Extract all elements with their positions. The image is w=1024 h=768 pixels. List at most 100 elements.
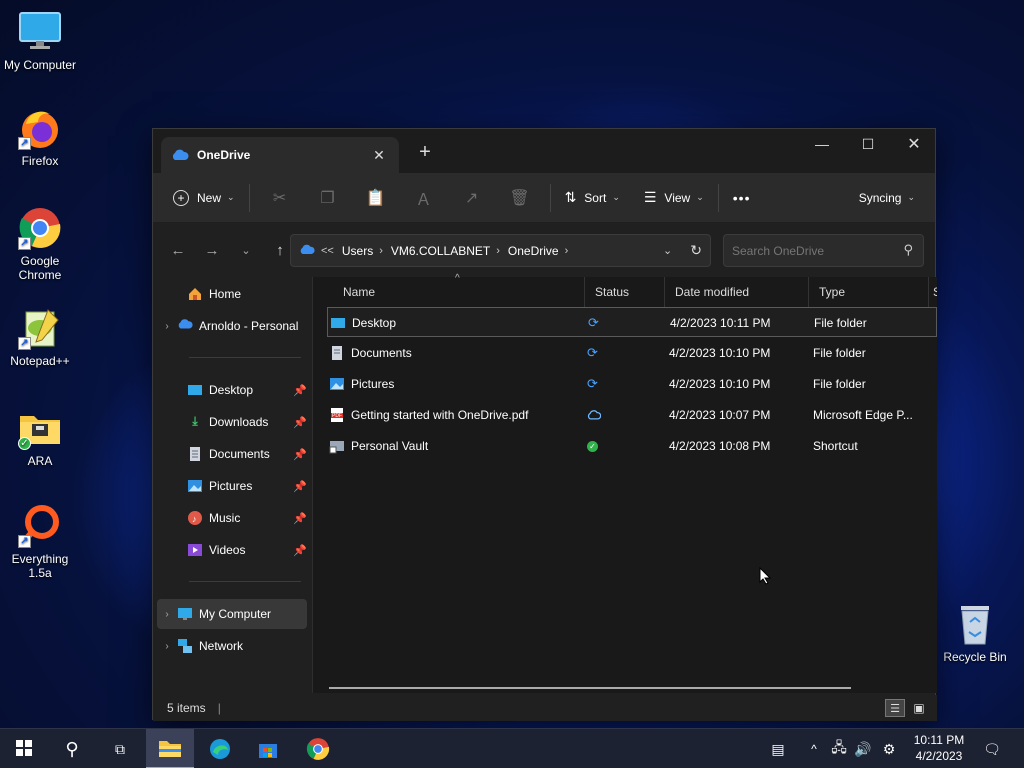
tab-close-icon[interactable]: ✕ [369,147,389,164]
sidebar-item-documents[interactable]: Documents 📌 [157,439,307,469]
expand-chevron-icon[interactable]: › [157,641,177,652]
breadcrumb-user-folder[interactable]: VM6.COLLABNET [391,244,490,258]
cut-icon[interactable]: ✂ [256,182,304,214]
table-row[interactable]: Desktop ⟳ 4/2/2023 10:11 PM File folder [327,307,937,337]
column-header-size[interactable]: S [929,277,937,307]
settings-gear-icon[interactable]: ⚙ [878,729,900,768]
breadcrumb-users[interactable]: Users [342,244,373,258]
desktop-icon-label: ARA [27,454,53,468]
expand-chevron-icon[interactable]: › [157,321,177,332]
edge-icon[interactable] [196,729,244,768]
address-dropdown-icon[interactable]: ⌄ [663,244,672,257]
sort-button[interactable]: ⇅ Sort ⌄ [557,182,628,214]
column-header-status[interactable]: Status [585,277,665,307]
sidebar-item-desktop[interactable]: Desktop 📌 [157,375,307,405]
news-widget-icon[interactable]: ▤ [766,729,790,768]
title-bar: OneDrive ✕ + — ☐ ✕ [153,129,935,173]
store-icon[interactable] [244,729,292,768]
search-input[interactable] [724,235,884,266]
sidebar-item-label: Downloads [209,415,269,429]
desktop-icon-my-computer[interactable]: My Computer [0,10,80,72]
desktop-icon-recycle-bin[interactable]: Recycle Bin [935,602,1015,664]
file-type: File folder [813,377,866,391]
horizontal-scrollbar[interactable] [329,687,851,689]
close-window-button[interactable]: ✕ [891,129,937,159]
table-row[interactable]: Documents ⟳ 4/2/2023 10:10 PM File folde… [327,338,937,368]
new-tab-button[interactable]: + [415,141,435,164]
pin-icon[interactable]: 📌 [293,384,307,397]
search-icon[interactable]: ⚲ [903,242,913,258]
new-button-label: New [197,190,222,205]
rename-icon[interactable]: Ａ [400,182,448,214]
refresh-icon[interactable]: ↻ [690,242,702,259]
address-bar[interactable]: << Users › VM6.COLLABNET › OneDrive › ⌄ … [290,234,711,267]
sidebar-item-my-computer[interactable]: › My Computer [157,599,307,629]
overflow-chevron[interactable]: << [321,245,334,257]
column-header-date-modified[interactable]: Date modified [665,277,809,307]
system-clock[interactable]: 10:11 PM 4/2/2023 [908,732,970,764]
maximize-button[interactable]: ☐ [845,129,891,159]
start-button[interactable] [0,729,48,768]
pin-icon[interactable]: 📌 [293,448,307,461]
everything-search-icon: ↗ [18,504,62,548]
sidebar-item-network[interactable]: › Network [157,631,307,661]
pin-icon[interactable]: 📌 [293,512,307,525]
sidebar-item-label: Network [199,639,244,653]
file-name: Getting started with OneDrive.pdf [351,408,529,422]
date-modified: 4/2/2023 10:11 PM [670,316,771,330]
recent-locations-button[interactable]: ⌄ [229,244,263,257]
network-status-icon[interactable]: 🖧 [828,729,850,768]
sidebar-item-home[interactable]: Home [157,279,307,309]
details-view-icon[interactable]: ☰ [885,699,905,717]
minimize-button[interactable]: — [799,129,845,159]
back-button[interactable]: ← [161,242,195,259]
date-modified: 4/2/2023 10:10 PM [669,377,771,391]
more-options-button[interactable]: ••• [725,182,759,214]
desktop-icon-ara[interactable]: ✓ ARA [0,406,80,468]
desktop-folder-icon [187,382,203,398]
desktop-icon-everything[interactable]: ↗ Everything 1.5a [0,504,80,580]
desktop-icon-notepadpp[interactable]: ↗ Notepad++ [0,306,80,368]
download-arrow-icon: ⤓ [192,414,198,428]
table-row[interactable]: Personal Vault ✓ 4/2/2023 10:08 PM Short… [327,431,937,461]
table-row[interactable]: Pictures ⟳ 4/2/2023 10:10 PM File folder [327,369,937,399]
share-icon[interactable]: ↗ [448,182,496,214]
tab-onedrive[interactable]: OneDrive ✕ [161,137,399,173]
pin-icon[interactable]: 📌 [293,416,307,429]
search-icon[interactable]: ⚲ [48,729,96,768]
sync-status-button[interactable]: Syncing ⌄ [851,182,923,214]
show-hidden-icons-chevron[interactable]: ^ [804,729,824,768]
task-view-icon[interactable]: ⧉ [96,729,144,768]
volume-icon[interactable]: 🔊 [852,729,874,768]
breadcrumb-onedrive[interactable]: OneDrive [508,244,559,258]
tiles-view-icon[interactable]: ▣ [909,699,929,717]
delete-icon[interactable]: 🗑 [496,182,544,214]
copy-icon[interactable]: ❐ [304,182,352,214]
sidebar-item-music[interactable]: ♪ Music 📌 [157,503,307,533]
sidebar-item-downloads[interactable]: ⤓ Downloads 📌 [157,407,307,437]
desktop-icon-label: Firefox [21,154,59,168]
column-header-name[interactable]: Name [333,277,585,307]
desktop-icon-firefox[interactable]: ↗ Firefox [0,106,80,168]
sidebar-item-videos[interactable]: Videos 📌 [157,535,307,565]
pin-icon[interactable]: 📌 [293,544,307,557]
file-explorer-icon[interactable] [146,729,194,768]
table-row[interactable]: PDF Getting started with OneDrive.pdf 4/… [327,400,937,430]
pin-icon[interactable]: 📌 [293,480,307,493]
column-header-type[interactable]: Type [809,277,929,307]
sidebar-item-pictures[interactable]: Pictures 📌 [157,471,307,501]
forward-button[interactable]: → [195,242,229,259]
view-button[interactable]: ☰ View ⌄ [636,182,712,214]
search-box[interactable]: ⚲ [723,234,924,267]
sync-pending-icon: ⟳ [587,345,598,360]
chrome-icon[interactable] [294,729,342,768]
sidebar-item-label: Arnoldo - Personal [199,319,299,333]
sidebar-item-onedrive[interactable]: › Arnoldo - Personal [157,311,307,341]
desktop-icon-label: My Computer [3,58,77,72]
network-icon [177,638,193,654]
expand-chevron-icon[interactable]: › [157,609,177,620]
desktop-icon-chrome[interactable]: ↗ Google Chrome [0,206,80,282]
notifications-icon[interactable]: 🗨 [980,729,1004,768]
new-button[interactable]: + New ⌄ [165,182,243,214]
paste-icon[interactable]: 📋 [352,182,400,214]
